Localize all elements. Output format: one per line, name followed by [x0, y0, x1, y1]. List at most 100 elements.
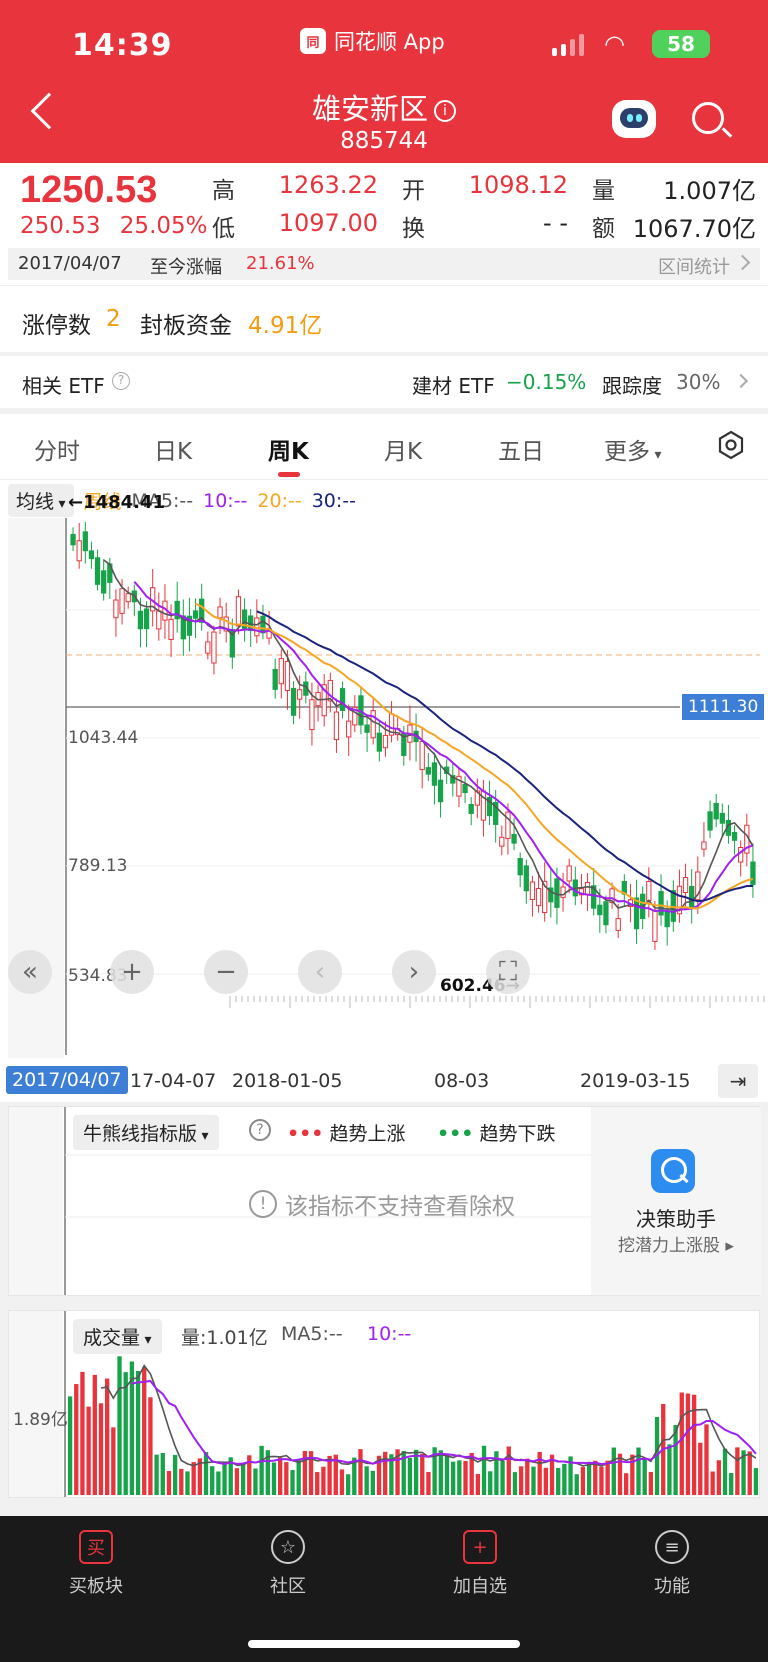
date-tick: 2019-03-15: [580, 1070, 691, 1092]
volume-bar: [518, 1466, 524, 1495]
indicator-type-selector[interactable]: 牛熊线指标版: [73, 1115, 219, 1150]
fullscreen-button[interactable]: ⛶: [486, 950, 530, 994]
candle-body: [584, 881, 591, 896]
volume-bar: [531, 1466, 536, 1495]
volume-bar: [735, 1447, 740, 1495]
candle-body: [719, 812, 725, 824]
trend-up-legend: ••• 趋势上涨: [287, 1119, 406, 1146]
volume-bar: [339, 1469, 345, 1495]
kline-chart-panel[interactable]: 均线 周线 MA5:-- 10:-- 20:-- 30:-- ←1484.41 …: [0, 480, 768, 1060]
volume-bar: [86, 1406, 91, 1495]
period-tabs: 分时 日K 周K 月K 五日 更多 ▾: [0, 414, 768, 480]
zoom-in-button[interactable]: +: [110, 950, 154, 994]
nav-label: 买板块: [69, 1576, 123, 1597]
tab-monthly-k[interactable]: 月K: [384, 432, 422, 466]
jump-to-latest-icon[interactable]: ⇥: [718, 1064, 758, 1098]
candle-body: [376, 732, 382, 752]
app-badge[interactable]: 同 同花顺 App: [300, 26, 445, 56]
volume-bar: [358, 1449, 363, 1495]
candle-body: [113, 599, 119, 619]
volume-ma10-label: 10:--: [367, 1323, 412, 1345]
robot-assistant-icon[interactable]: [612, 100, 656, 138]
etf-name: 建材 ETF: [412, 374, 495, 398]
candle-body: [309, 699, 315, 731]
price-change: 250.53 25.05%: [20, 213, 208, 239]
candle-body: [664, 910, 670, 928]
candle-body: [419, 741, 425, 771]
y-label-mid2: 789.13: [68, 856, 128, 876]
info-icon[interactable]: i: [434, 100, 456, 122]
volume-bar: [488, 1471, 493, 1495]
candle-body: [468, 804, 474, 814]
volume-bar: [716, 1460, 722, 1495]
date-tick: 08-03: [434, 1070, 490, 1092]
volume-bar: [722, 1448, 728, 1495]
volume-bar: [210, 1466, 215, 1495]
help-icon[interactable]: ?: [112, 372, 130, 390]
volume-value: 1.007亿: [663, 177, 756, 205]
candle-body: [689, 885, 695, 908]
search-icon[interactable]: [692, 102, 724, 134]
tab-five-day[interactable]: 五日: [498, 432, 544, 466]
candle-body: [646, 881, 652, 902]
volume-bar: [191, 1462, 196, 1495]
status-time: 14:39: [72, 28, 173, 63]
zoom-out-button[interactable]: −: [204, 950, 248, 994]
volume-indicator-selector[interactable]: 成交量: [73, 1319, 162, 1354]
nav-functions[interactable]: ≡ 功能: [612, 1530, 732, 1598]
candle-body: [517, 857, 523, 876]
candle-body: [137, 610, 144, 630]
volume-bar: [284, 1462, 289, 1495]
volume-bar: [642, 1459, 647, 1495]
volume-bar: [698, 1442, 703, 1495]
volume-bar: [450, 1461, 456, 1495]
candle-body: [333, 711, 340, 741]
candle-body: [738, 847, 744, 863]
wifi-icon: ◠: [604, 30, 625, 58]
high-label: 高: [212, 178, 235, 204]
candle-body: [364, 724, 370, 733]
candle-body: [615, 918, 621, 931]
candle-body: [750, 861, 756, 885]
volume-bar: [315, 1472, 320, 1495]
interval-stats-link[interactable]: 区间统计: [658, 253, 730, 279]
volume-ma5-label: MA5:--: [281, 1323, 343, 1345]
chart-settings-icon[interactable]: [716, 430, 746, 460]
candle-body: [82, 531, 88, 552]
volume-bar: [617, 1453, 623, 1495]
candle-body: [425, 767, 431, 775]
volume-bar: [574, 1474, 579, 1495]
candle-body: [603, 901, 609, 926]
period-stats-row[interactable]: 2017/04/07 至今涨幅 21.61% 区间统计: [8, 248, 760, 280]
nav-add-watchlist[interactable]: + 加自选: [420, 1530, 540, 1598]
nav-buy-sector[interactable]: 买 买板块: [36, 1530, 156, 1598]
change-percent: 25.05%: [119, 213, 208, 239]
tab-more[interactable]: 更多 ▾: [604, 432, 661, 466]
trend-up-marker: •••: [287, 1123, 324, 1145]
tab-intraday[interactable]: 分时: [34, 432, 80, 466]
decision-assistant-icon: [651, 1149, 695, 1193]
volume-bar: [290, 1469, 295, 1495]
candle-body: [70, 533, 76, 546]
tab-daily-k[interactable]: 日K: [154, 432, 192, 466]
seal-fund-label: 封板资金: [140, 313, 232, 339]
volume-bar: [611, 1447, 616, 1495]
volume-bar: [586, 1461, 592, 1495]
volume-panel[interactable]: 成交量 量:1.01亿 MA5:-- 10:-- 1.89亿: [8, 1310, 760, 1498]
date-axis: 2017/04/07 17-04-07 2018-01-05 08-03 201…: [0, 1060, 768, 1102]
next-button[interactable]: ›: [392, 950, 436, 994]
related-etf-row[interactable]: 相关 ETF ? 建材 ETF −0.15% 跟踪度 30%: [0, 356, 768, 408]
tab-weekly-k[interactable]: 周K: [268, 432, 309, 466]
nav-community[interactable]: ☆ 社区: [228, 1530, 348, 1598]
candles: [70, 521, 756, 950]
rewind-button[interactable]: «: [8, 950, 52, 994]
limit-up-row: 涨停数 2 封板资金 4.91亿: [0, 286, 768, 352]
high-value: 1263.22: [278, 171, 378, 199]
decision-assistant-card[interactable]: 决策助手 挖潜力上涨股 ▸: [591, 1107, 761, 1295]
help-icon[interactable]: ?: [249, 1119, 271, 1141]
prev-button[interactable]: ‹: [298, 950, 342, 994]
volume-bar: [253, 1468, 258, 1495]
period-start-date: 2017/04/07: [18, 253, 122, 274]
trend-down-legend: ••• 趋势下跌: [437, 1119, 556, 1146]
seal-fund-value: 4.91亿: [248, 313, 323, 339]
